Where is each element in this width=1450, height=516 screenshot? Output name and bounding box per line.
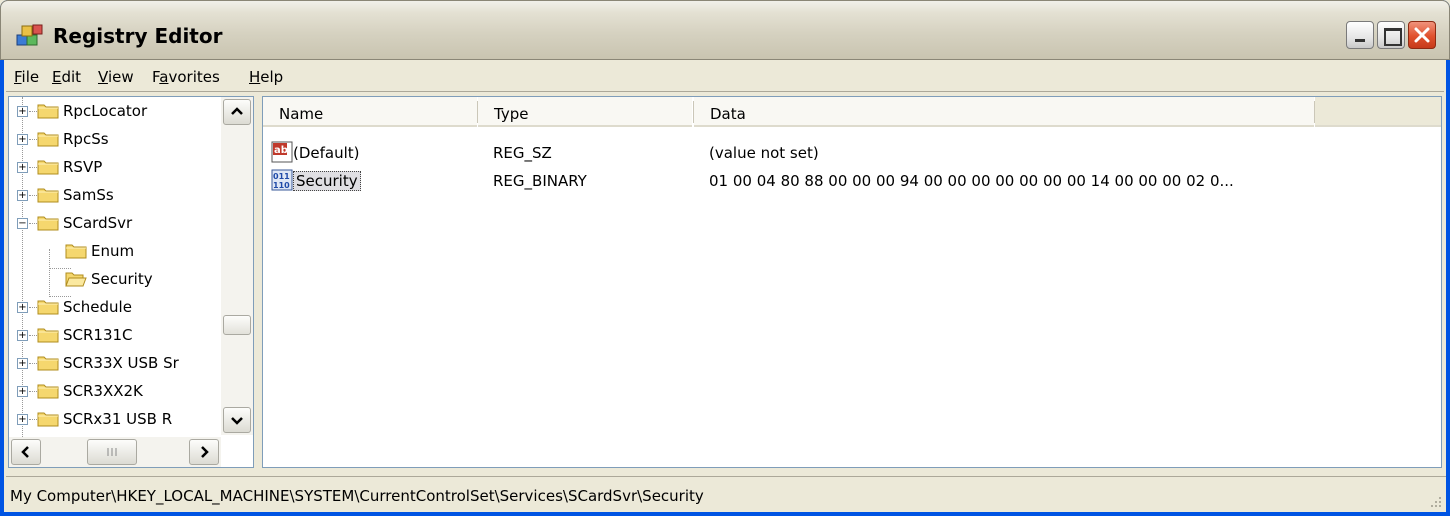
menu-help[interactable]: Help: [249, 68, 283, 86]
expand-icon[interactable]: +: [17, 162, 28, 173]
tree-item-label: SCR131C: [63, 326, 133, 344]
tree-item-label: SCardSvr: [63, 214, 133, 232]
tree-item-label: SCR3XX2K: [63, 382, 143, 400]
scroll-thumb[interactable]: [223, 315, 251, 335]
tree-item-label: Schedule: [63, 298, 132, 316]
chevron-left-icon: [21, 446, 29, 458]
tree-item-label: RpcSs: [63, 130, 109, 148]
value-type: REG_SZ: [493, 144, 552, 162]
tree-item[interactable]: + SCR33X USB Sr: [9, 349, 223, 377]
tree-vertical-scrollbar[interactable]: [221, 97, 253, 435]
value-data: (value not set): [709, 144, 819, 162]
tree-item[interactable]: Enum: [9, 237, 223, 265]
expand-icon[interactable]: +: [17, 386, 28, 397]
scroll-down-button[interactable]: [223, 407, 251, 433]
string-value-icon: ab: [271, 141, 293, 163]
maximize-button[interactable]: [1377, 21, 1405, 49]
close-icon: [1414, 27, 1430, 43]
menu-bar: File Edit View Favorites Help: [6, 62, 1444, 92]
values-list-pane[interactable]: Name Type Data ab (Default) REG_SZ (valu…: [262, 96, 1442, 468]
menu-favorites[interactable]: Favorites: [152, 68, 220, 86]
tree-item-label: Enum: [91, 242, 135, 260]
value-row[interactable]: ab (Default) REG_SZ (value not set): [263, 139, 1443, 167]
tree-item[interactable]: + RSVP: [9, 153, 223, 181]
folder-icon: [37, 132, 59, 147]
column-header-name[interactable]: Name: [263, 97, 477, 127]
column-header-filler: [1315, 97, 1441, 127]
folder-icon: [37, 188, 59, 203]
folder-icon: [37, 356, 59, 371]
column-header-type[interactable]: Type: [478, 97, 692, 127]
close-button[interactable]: [1408, 21, 1436, 49]
tree-horizontal-scrollbar[interactable]: [9, 437, 221, 467]
tree-item[interactable]: + RpcLocator: [9, 97, 223, 125]
folder-icon: [37, 160, 59, 175]
folder-icon: [37, 216, 59, 231]
expand-icon[interactable]: +: [17, 106, 28, 117]
folder-icon: [37, 384, 59, 399]
folder-icon: [37, 104, 59, 119]
binary-value-icon: 011 110: [271, 169, 293, 191]
value-name: (Default): [293, 144, 360, 162]
open-folder-icon: [65, 272, 87, 287]
svg-text:ab: ab: [274, 145, 288, 156]
expand-icon[interactable]: +: [17, 134, 28, 145]
menu-edit[interactable]: Edit: [52, 68, 81, 86]
folder-icon: [37, 328, 59, 343]
minimize-button[interactable]: [1346, 21, 1374, 49]
tree-item-label: SamSs: [63, 186, 114, 204]
expand-icon[interactable]: +: [17, 190, 28, 201]
registry-editor-icon: [16, 24, 43, 46]
tree-item[interactable]: − SCardSvr: [9, 209, 223, 237]
tree-item[interactable]: Security: [9, 265, 223, 293]
tree-item[interactable]: + SCR131C: [9, 321, 223, 349]
column-header-data[interactable]: Data: [694, 97, 1314, 127]
tree-item[interactable]: + RpcSs: [9, 125, 223, 153]
scroll-right-button[interactable]: [189, 439, 219, 465]
folder-icon: [37, 412, 59, 427]
tree-item[interactable]: + SamSs: [9, 181, 223, 209]
expand-icon[interactable]: +: [17, 358, 28, 369]
scroll-thumb-horizontal[interactable]: [87, 439, 137, 465]
status-path: My Computer\HKEY_LOCAL_MACHINE\SYSTEM\Cu…: [10, 487, 704, 505]
chevron-right-icon: [201, 446, 209, 458]
folder-icon: [65, 244, 87, 259]
tree-item-label: SCR33X USB Sr: [63, 354, 179, 372]
collapse-icon[interactable]: −: [17, 218, 28, 229]
scroll-up-button[interactable]: [223, 99, 251, 125]
scroll-left-button[interactable]: [11, 439, 41, 465]
status-bar: My Computer\HKEY_LOCAL_MACHINE\SYSTEM\Cu…: [6, 476, 1446, 512]
resize-grip-icon[interactable]: [1428, 494, 1442, 508]
window-title: Registry Editor: [53, 24, 223, 48]
key-tree-pane[interactable]: + RpcLocator + RpcSs + RSVP + SamSs − SCardSvr Enu…: [8, 96, 254, 468]
value-name: Security: [293, 171, 361, 191]
svg-text:011: 011: [273, 172, 290, 181]
expand-icon[interactable]: +: [17, 330, 28, 341]
tree-item-label: RpcLocator: [63, 102, 148, 120]
value-data: 01 00 04 80 88 00 00 00 94 00 00 00 00 0…: [709, 172, 1234, 190]
grip-icon: [107, 448, 117, 456]
title-bar[interactable]: Registry Editor: [0, 0, 1450, 60]
value-row-selected[interactable]: 011 110 Security REG_BINARY 01 00 04 80 …: [263, 167, 1443, 195]
tree-item-label: SCRx31 USB R: [63, 410, 173, 428]
folder-icon: [37, 300, 59, 315]
tree-item[interactable]: + SCR3XX2K: [9, 377, 223, 405]
expand-icon[interactable]: +: [17, 414, 28, 425]
value-type: REG_BINARY: [493, 172, 587, 190]
expand-icon[interactable]: +: [17, 302, 28, 313]
svg-text:110: 110: [273, 181, 290, 190]
chevron-up-icon: [231, 107, 243, 115]
menu-file[interactable]: File: [14, 68, 39, 86]
tree-item-label: RSVP: [63, 158, 103, 176]
tree-item[interactable]: + SCRx31 USB R: [9, 405, 223, 433]
chevron-down-icon: [231, 417, 243, 425]
menu-view[interactable]: View: [98, 68, 134, 86]
tree-item-label: Security: [91, 270, 153, 288]
tree-item[interactable]: + Schedule: [9, 293, 223, 321]
registry-editor-window: Registry Editor File Edit View Favorites…: [0, 0, 1450, 516]
